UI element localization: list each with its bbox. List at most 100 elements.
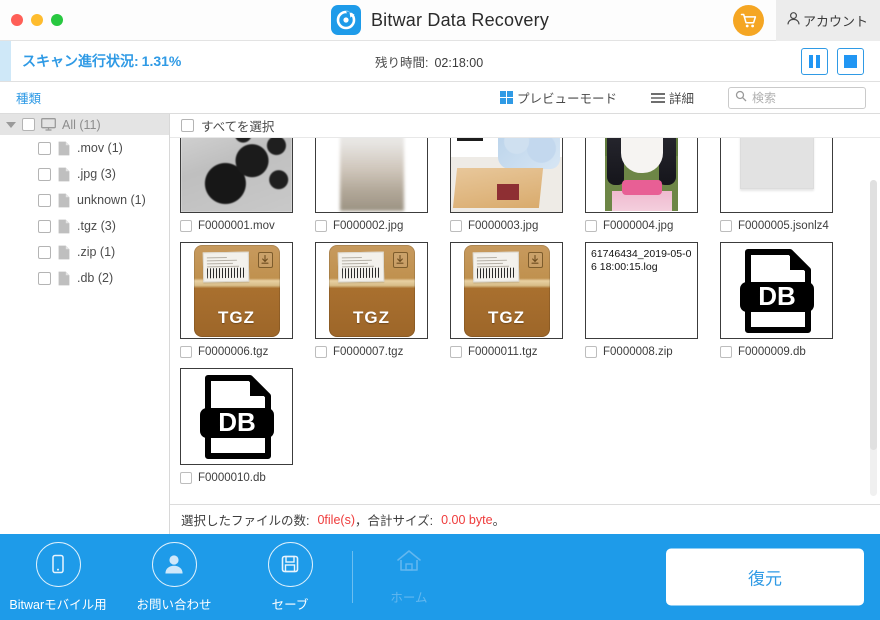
preview-mode-button[interactable]: プレビューモード [499, 88, 617, 107]
contact-button[interactable]: お問い合わせ [116, 541, 232, 613]
search-input[interactable]: 検索 [728, 86, 866, 109]
file-checkbox[interactable] [450, 346, 462, 358]
file-label-row[interactable]: F0000001.mov [180, 220, 275, 232]
file-label-row[interactable]: F0000004.jpg [585, 220, 673, 232]
maximize-window-button[interactable] [51, 14, 63, 26]
file-thumbnail[interactable]: TGZ [180, 242, 293, 339]
file-cell[interactable]: DB F0000009.db [720, 242, 833, 358]
shopping-cart-icon[interactable] [732, 4, 764, 36]
file-label-row[interactable]: F0000011.tgz [450, 346, 537, 358]
scrollbar-thumb[interactable] [870, 180, 877, 450]
file-label-row[interactable]: F0000003.jpg [450, 220, 538, 232]
file-checkbox[interactable] [180, 346, 192, 358]
pause-scan-button[interactable] [801, 47, 828, 75]
sidebar-item-all[interactable]: All (11) [0, 114, 169, 135]
status-suffix: 。 [492, 514, 506, 528]
person-icon [786, 11, 801, 29]
file-checkbox[interactable] [315, 220, 327, 232]
sidebar-item-zip[interactable]: .zip (1) [0, 239, 169, 265]
file-cell[interactable]: TGZ F0000007.tgz [315, 242, 428, 358]
file-grid-scroll-area[interactable]: F0000001.mov F0000002.jpg F0000003.jpg F… [170, 138, 880, 504]
file-checkbox[interactable] [720, 346, 732, 358]
file-checkbox[interactable] [585, 346, 597, 358]
file-cell[interactable]: F0000005.jsonlz4 [720, 138, 833, 232]
file-label-row[interactable]: F0000008.zip [585, 346, 673, 358]
search-icon [735, 89, 747, 107]
all-checkbox[interactable] [22, 118, 35, 131]
sidebar-item-db-label: .db (2) [77, 271, 114, 285]
home-button[interactable]: ホーム [357, 548, 461, 606]
minimize-window-button[interactable] [31, 14, 43, 26]
file-checkbox[interactable] [720, 220, 732, 232]
file-label-row[interactable]: F0000007.tgz [315, 346, 403, 358]
file-cell[interactable]: F0000003.jpg [450, 138, 563, 232]
app-window: Bitwar Data Recovery アカウント スキャン進行状況: 1.3… [0, 0, 880, 620]
file-label-row[interactable]: F0000006.tgz [180, 346, 268, 358]
document-icon [58, 219, 70, 234]
unknown-checkbox[interactable] [38, 193, 51, 207]
file-cell[interactable]: TGZ F0000006.tgz [180, 242, 293, 358]
file-thumbnail[interactable] [720, 138, 833, 213]
zip-checkbox[interactable] [38, 245, 51, 259]
jpg-checkbox[interactable] [38, 167, 51, 181]
sidebar-item-db[interactable]: .db (2) [0, 265, 169, 291]
total-size-value: 0.00 byte [441, 512, 493, 527]
file-cell[interactable]: TGZ F0000011.tgz [450, 242, 563, 358]
account-button[interactable]: アカウント [775, 0, 880, 41]
file-cell[interactable]: F0000002.jpg [315, 138, 428, 232]
selected-count-label: 選択したファイルの数: [181, 514, 310, 528]
mov-checkbox[interactable] [38, 141, 51, 155]
file-thumbnail[interactable]: TGZ [315, 242, 428, 339]
file-thumbnail[interactable]: TGZ [450, 242, 563, 339]
detail-view-button[interactable]: 詳細 [650, 88, 694, 107]
kind-column-header[interactable]: 種類 [16, 88, 41, 107]
file-label-row[interactable]: F0000010.db [180, 472, 266, 484]
sidebar-item-jpg[interactable]: .jpg (3) [0, 161, 169, 187]
vertical-scrollbar[interactable] [870, 180, 877, 496]
file-checkbox[interactable] [450, 220, 462, 232]
select-all-row[interactable]: すべてを選択 [170, 114, 880, 138]
sidebar-item-mov[interactable]: .mov (1) [0, 135, 169, 161]
file-thumbnail[interactable] [315, 138, 428, 213]
file-name: F0000010.db [198, 472, 266, 484]
remaining-time-value: 02:18:00 [434, 55, 484, 70]
file-checkbox[interactable] [315, 346, 327, 358]
chevron-down-icon[interactable] [6, 121, 16, 128]
db-checkbox[interactable] [38, 271, 51, 285]
bitwar-logo-icon [330, 5, 361, 35]
file-label-row[interactable]: F0000005.jsonlz4 [720, 220, 829, 232]
file-thumbnail[interactable] [180, 138, 293, 213]
file-label-row[interactable]: F0000002.jpg [315, 220, 403, 232]
file-checkbox[interactable] [180, 220, 192, 232]
bitwar-mobile-button[interactable]: Bitwarモバイル用 [0, 541, 116, 613]
sidebar-item-unknown[interactable]: unknown (1) [0, 187, 169, 213]
file-thumbnail[interactable]: DB [720, 242, 833, 339]
file-thumbnail[interactable] [585, 138, 698, 213]
restore-button[interactable]: 復元 [666, 548, 864, 606]
file-name: F0000007.tgz [333, 346, 404, 358]
file-checkbox[interactable] [585, 220, 597, 232]
file-cell[interactable]: 61746434_2019-05-06 18:00:15.log F000000… [585, 242, 698, 358]
file-checkbox[interactable] [180, 472, 192, 484]
file-cell[interactable]: DB F0000010.db [180, 368, 293, 484]
home-label: ホーム [390, 591, 428, 605]
file-thumbnail[interactable]: 61746434_2019-05-06 18:00:15.log [585, 242, 698, 339]
close-window-button[interactable] [11, 14, 23, 26]
progress-accent-strip [0, 41, 11, 81]
stop-scan-button[interactable] [837, 47, 864, 75]
tgz-archive-icon: TGZ [193, 244, 280, 337]
file-name: F0000003.jpg [468, 220, 539, 232]
file-thumbnail[interactable]: DB [180, 368, 293, 465]
sidebar-item-tgz[interactable]: .tgz (3) [0, 213, 169, 239]
download-badge-icon [392, 251, 408, 268]
save-button[interactable]: セーブ [232, 541, 348, 613]
file-cell[interactable]: F0000001.mov [180, 138, 293, 232]
file-cell[interactable]: F0000004.jpg [585, 138, 698, 232]
select-all-checkbox[interactable] [181, 119, 194, 132]
svg-text:DB: DB [218, 407, 256, 437]
file-label-row[interactable]: F0000009.db [720, 346, 806, 358]
contact-label: お問い合わせ [136, 597, 212, 612]
tgz-checkbox[interactable] [38, 219, 51, 233]
file-thumbnail[interactable] [450, 138, 563, 213]
blank-document [739, 138, 814, 189]
